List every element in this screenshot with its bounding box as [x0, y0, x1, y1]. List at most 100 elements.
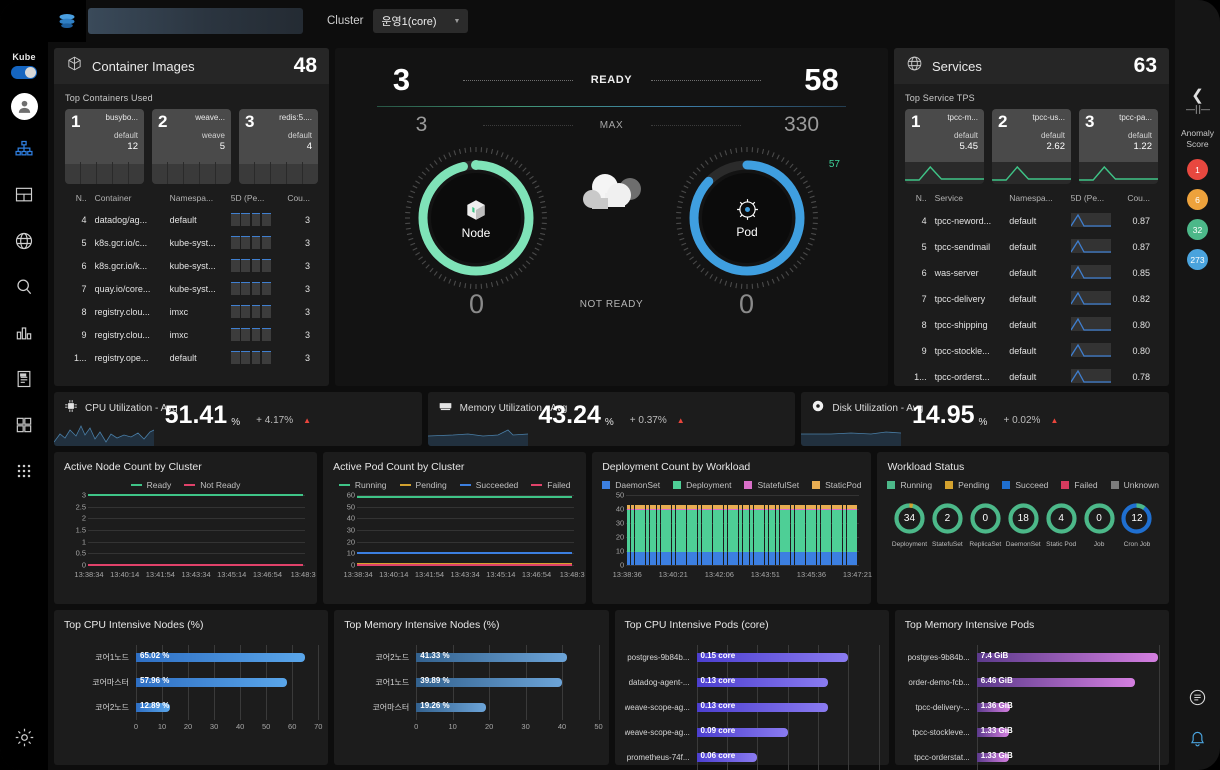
gear-icon[interactable] — [0, 727, 48, 748]
x-tick: 13:38:34 — [74, 570, 104, 579]
hbar-row[interactable]: tpcc-stockleve... 1.33 GiB — [905, 720, 1159, 745]
legend-item[interactable]: Failed — [1061, 480, 1098, 490]
legend-item[interactable]: Unknown — [1110, 480, 1159, 490]
workload-donut[interactable]: 34 Deployment — [891, 502, 927, 548]
table-row[interactable]: 6 k8s.gcr.io/k... kube-syst... 3 — [65, 254, 318, 277]
table-row[interactable]: 1... tpcc-orderst... default 0.78 — [905, 364, 1158, 390]
anomaly-badge-0[interactable]: 1 — [1187, 159, 1208, 180]
node-gauge[interactable]: Node — [401, 143, 551, 293]
top3-rank: 1 — [911, 112, 921, 131]
hbar-row[interactable]: 코어마스터 19.26 % — [344, 695, 598, 720]
top3-card[interactable]: 3 redis:5.... default 4 — [239, 109, 318, 184]
legend-item[interactable]: Failed — [531, 480, 570, 490]
chart-legend: Running Pending Succeed Failed Unknown — [887, 480, 1159, 490]
y-tick: 3 — [81, 490, 86, 500]
layout-icon[interactable] — [4, 177, 44, 212]
cell-sparkline — [1070, 234, 1119, 260]
table-row[interactable]: 1... registry.ope... default 3 — [65, 346, 318, 369]
grid-icon[interactable] — [4, 407, 44, 442]
utilization-card-0[interactable]: CPU Utilization - Avg 51.41 % + 4.17% ▲ — [54, 392, 422, 446]
anomaly-badge-1[interactable]: 6 — [1187, 189, 1208, 210]
top3-card[interactable]: 3 tpcc-pa... default 1.22 — [1079, 109, 1158, 184]
legend-item[interactable]: StatefulSet — [744, 480, 799, 490]
table-row[interactable]: 6 was-server default 0.85 — [905, 260, 1158, 286]
col-header: N.. — [915, 193, 927, 203]
top3-card[interactable]: 1 busybo... default 12 — [65, 109, 144, 184]
cell-name: datadog/ag... — [94, 214, 148, 225]
document-icon[interactable] — [4, 361, 44, 396]
table-row[interactable]: 5 k8s.gcr.io/c... kube-syst... 3 — [65, 231, 318, 254]
search-icon[interactable] — [4, 269, 44, 304]
brand-logo-icon[interactable] — [48, 0, 86, 42]
bell-icon[interactable] — [1188, 730, 1207, 754]
table-row[interactable]: 9 registry.clou... imxc 3 — [65, 323, 318, 346]
hbar-row[interactable]: 코어2노드 41.33 % — [344, 645, 598, 670]
anomaly-badge-3[interactable]: 273 — [1187, 249, 1208, 270]
workload-donut[interactable]: 4 Static Pod — [1043, 502, 1079, 548]
top3-card[interactable]: 1 tpcc-m... default 5.45 — [905, 109, 984, 184]
top3-sparkline — [239, 162, 318, 184]
col-header: 5D (Pe... — [230, 193, 265, 203]
dotted-rule-max-right — [650, 124, 741, 126]
workload-donut[interactable]: 0 ReplicaSet — [967, 502, 1003, 548]
workload-donut[interactable]: 12 Cron Job — [1119, 502, 1155, 548]
table-row[interactable]: 5 tpcc-sendmail default 0.87 — [905, 234, 1158, 260]
top3-card[interactable]: 2 weave... weave 5 — [152, 109, 231, 184]
table-row[interactable]: 4 tpcc-neword... default 0.87 — [905, 208, 1158, 234]
legend-item[interactable]: DaemonSet — [602, 480, 660, 490]
table-row[interactable]: 8 registry.clou... imxc 3 — [65, 300, 318, 323]
bar-chart-icon[interactable] — [4, 315, 44, 350]
user-avatar[interactable] — [10, 93, 38, 120]
hbar-row[interactable]: prometheus-74f... 0.06 core — [625, 745, 879, 770]
dots-grid-icon[interactable] — [4, 453, 44, 488]
chevron-left-icon[interactable]: ❮ — [1191, 86, 1204, 104]
hbar-row[interactable]: 코어마스터 57.96 % — [64, 670, 318, 695]
table-row[interactable]: 8 tpcc-shipping default 0.80 — [905, 312, 1158, 338]
utilization-card-1[interactable]: Memory Utilization - Avg 43.24 % + 0.37%… — [427, 392, 796, 446]
legend-item[interactable]: Pending — [399, 480, 447, 490]
legend-item[interactable]: Not Ready — [184, 480, 240, 490]
table-row[interactable]: 4 datadog/ag... default 3 — [65, 208, 318, 231]
hbar-row[interactable]: 코어1노드 65.02 % — [64, 645, 318, 670]
hbar-row[interactable]: postgres-9b84b... 0.15 core — [625, 645, 879, 670]
workload-donut[interactable]: 0 Job — [1081, 502, 1117, 548]
hbar-row[interactable]: tpcc-delivery-... 1.36 GiB — [905, 695, 1159, 720]
legend-item[interactable]: StaticPod — [812, 480, 861, 490]
legend-item[interactable]: Running — [887, 480, 932, 490]
cluster-dropdown[interactable]: 운영1(core) ▼ — [373, 9, 469, 33]
legend-item[interactable]: Succeeded — [459, 480, 518, 490]
sitemap-icon[interactable] — [4, 131, 44, 166]
table-row[interactable]: 7 tpcc-delivery default 0.82 — [905, 286, 1158, 312]
top3-card[interactable]: 2 tpcc-us... default 2.62 — [992, 109, 1071, 184]
utilization-value: 43.24 — [538, 401, 601, 429]
hbar-row[interactable]: 코어2노드 12.89 % — [64, 695, 318, 720]
table-row[interactable]: 7 quay.io/core... kube-syst... 3 — [65, 277, 318, 300]
globe-icon[interactable] — [4, 223, 44, 258]
hbar-value: 1.36 GiB — [980, 701, 1013, 710]
legend-item[interactable]: Succeed — [1002, 480, 1048, 490]
hbar-row[interactable]: weave-scope-ag... 0.09 core — [625, 720, 879, 745]
list-icon[interactable] — [1188, 688, 1207, 712]
workload-donut[interactable]: 2 StatefuSet — [929, 502, 965, 548]
hbar-row[interactable]: 코어1노드 39.89 % — [344, 670, 598, 695]
pod-gauge[interactable]: Pod 57 — [672, 143, 840, 293]
table-row[interactable]: 9 tpcc-stockle... default 0.80 — [905, 338, 1158, 364]
search-input[interactable] — [88, 8, 303, 34]
hbar-row[interactable]: datadog-agent-... 0.13 core — [625, 670, 879, 695]
utilization-unit: % — [978, 417, 988, 428]
kube-toggle[interactable] — [11, 66, 37, 79]
hbar-row[interactable]: order-demo-fcb... 6.46 GiB — [905, 670, 1159, 695]
hbar-row[interactable]: weave-scope-ag... 0.13 core — [625, 695, 879, 720]
hbar-row[interactable]: postgres-9b84b... 7.4 GiB — [905, 645, 1159, 670]
max-row: 3 MAX 330 — [335, 113, 888, 137]
top3-namespace: default — [287, 131, 312, 140]
utilization-card-2[interactable]: Disk Utilization - Avg 14.95 % + 0.02% ▲ — [801, 392, 1170, 446]
top3-namespace: weave — [201, 131, 225, 140]
workload-donut[interactable]: 18 DaemonSet — [1005, 502, 1041, 548]
legend-item[interactable]: Running — [338, 480, 387, 490]
legend-item[interactable]: Deployment — [673, 480, 731, 490]
legend-item[interactable]: Pending — [945, 480, 989, 490]
legend-item[interactable]: Ready — [130, 480, 171, 490]
anomaly-badge-2[interactable]: 32 — [1187, 219, 1208, 240]
hbar-row[interactable]: tpcc-orderstat... 1.33 GiB — [905, 745, 1159, 770]
